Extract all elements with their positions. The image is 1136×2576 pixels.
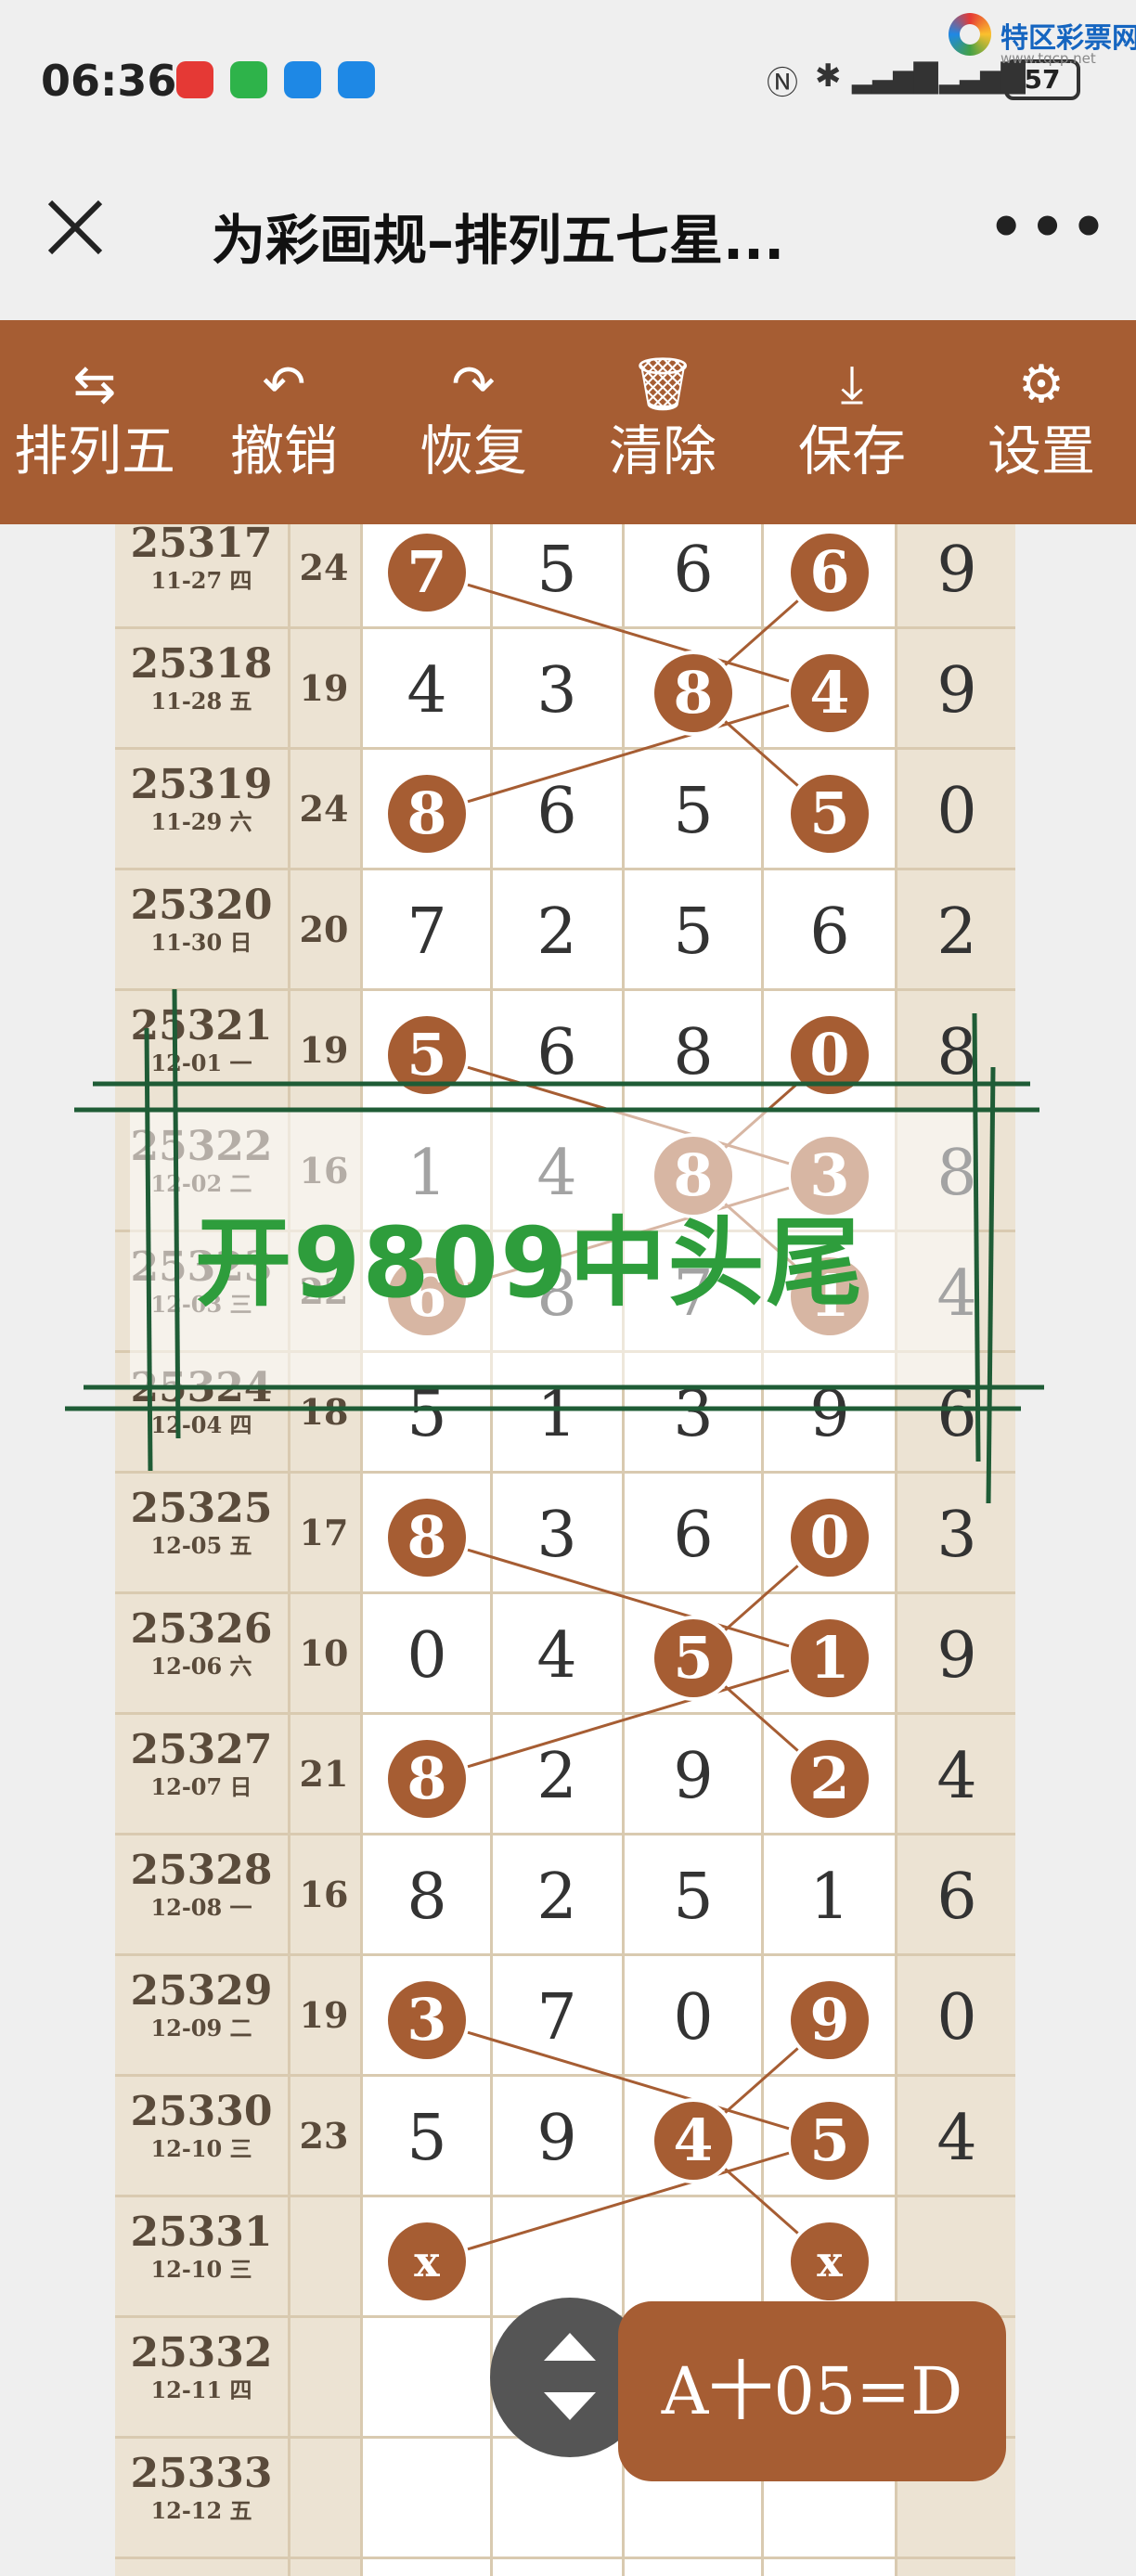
formula-button[interactable]: A十05=D <box>618 2301 1006 2481</box>
annotation-text: 开9809中头尾 <box>195 1206 865 1320</box>
